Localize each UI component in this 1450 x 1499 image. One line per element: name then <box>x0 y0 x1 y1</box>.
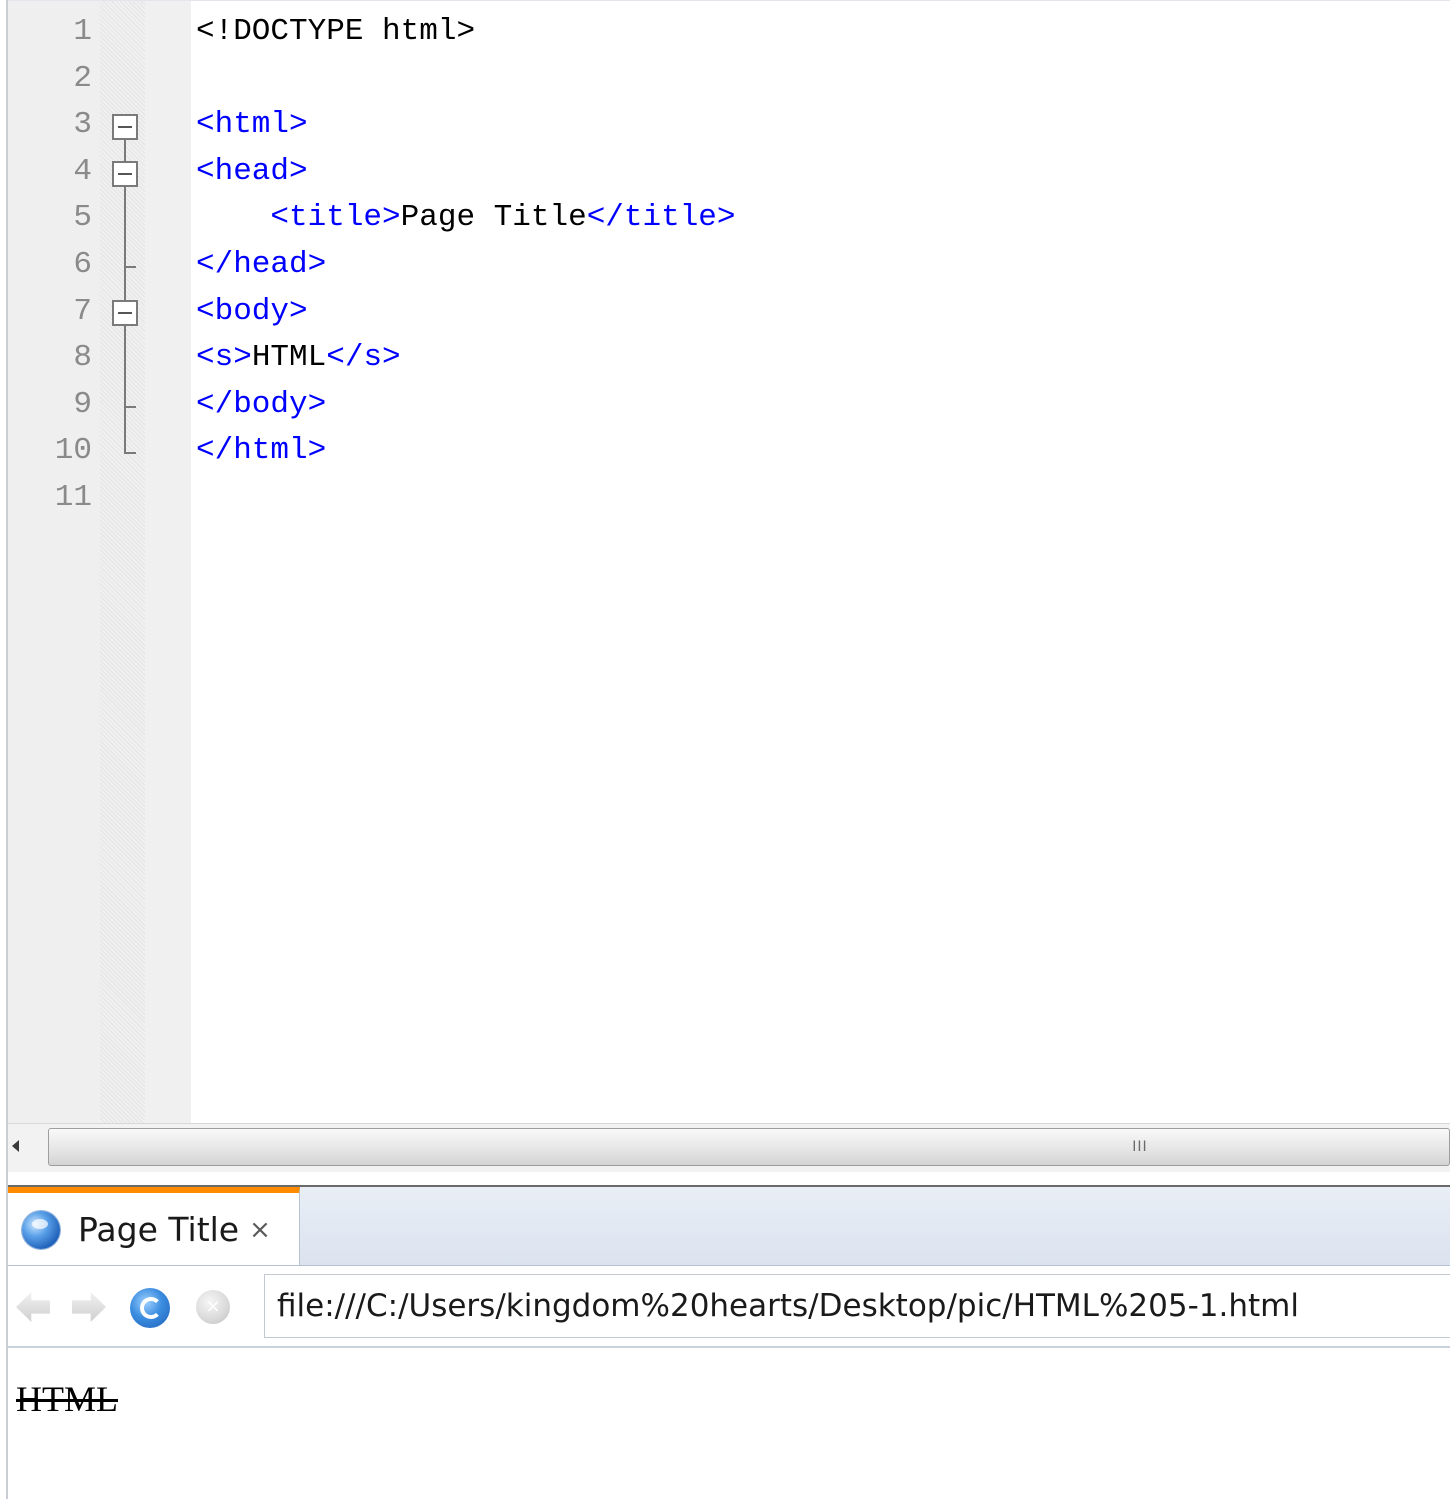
code-line[interactable]: <s>HTML</s> <box>196 335 736 382</box>
forward-arrow-icon <box>72 1292 106 1322</box>
address-url[interactable]: file:///C:/Users/kingdom%20hearts/Deskto… <box>277 1275 1299 1337</box>
line-number: 4 <box>73 153 92 189</box>
code-tag-token: </s> <box>326 340 401 376</box>
code-tag-token: <head> <box>196 153 308 189</box>
code-tag-token: <body> <box>196 293 308 329</box>
fold-connector <box>124 326 126 452</box>
code-line[interactable]: </html> <box>196 428 736 475</box>
stop-icon: × <box>196 1290 230 1324</box>
collapse-head-fold-icon[interactable] <box>112 161 138 187</box>
code-text-token: <!DOCTYPE html> <box>196 14 476 49</box>
fold-tree <box>112 1 152 521</box>
code-tag-token: <html> <box>196 107 308 143</box>
code-tag-token: </html> <box>196 433 327 469</box>
code-text-area[interactable]: <!DOCTYPE html> <html> <head> <title>Page … <box>196 9 736 522</box>
code-line[interactable]: </head> <box>196 242 736 289</box>
code-text-token: Page Title <box>400 200 587 236</box>
code-line[interactable]: <html> <box>196 102 736 149</box>
code-line[interactable]: <body> <box>196 289 736 336</box>
fold-connector <box>124 140 126 161</box>
forward-button[interactable] <box>70 1288 108 1326</box>
browser-navigation-bar: × file:///C:/Users/kingdom%20hearts/Desk… <box>8 1266 1450 1348</box>
line-number-list: 1 2 3 4 5 6 7 8 9 10 11 <box>8 9 92 522</box>
address-bar[interactable]: file:///C:/Users/kingdom%20hearts/Deskto… <box>264 1274 1450 1338</box>
code-line[interactable] <box>196 475 736 522</box>
horizontal-scrollbar[interactable]: III <box>8 1123 1450 1172</box>
tab-title: Page Title <box>78 1210 240 1249</box>
line-number: 11 <box>54 479 92 515</box>
line-number: 2 <box>73 60 92 96</box>
back-button[interactable] <box>14 1288 52 1326</box>
code-tag-token: </head> <box>196 246 327 282</box>
line-number: 8 <box>73 340 92 376</box>
code-line[interactable] <box>196 56 736 103</box>
scrollbar-grip: III <box>1132 1139 1148 1155</box>
refresh-button[interactable] <box>130 1288 170 1328</box>
line-number: 1 <box>73 14 92 49</box>
code-line[interactable]: <!DOCTYPE html> <box>196 9 736 56</box>
fold-connector <box>124 187 126 300</box>
code-tag-token: <title> <box>270 200 401 236</box>
code-text-token: HTML <box>251 340 327 376</box>
close-icon[interactable]: × <box>248 1210 272 1250</box>
code-line[interactable]: <title>Page Title</title> <box>196 195 736 242</box>
scroll-left-arrow-icon[interactable] <box>12 1140 19 1152</box>
code-tag-token: <s> <box>196 340 252 376</box>
line-number: 9 <box>73 386 92 422</box>
line-number: 7 <box>73 293 92 329</box>
fold-end-marker <box>124 406 136 408</box>
line-number: 10 <box>54 433 92 469</box>
code-tag-token: </title> <box>586 200 736 236</box>
code-line[interactable]: </body> <box>196 382 736 429</box>
line-number: 5 <box>73 200 92 236</box>
code-editor[interactable]: 1 2 3 4 5 6 7 8 9 10 11 <!DOCTYPE html> <html> <head… <box>8 1 1450 1123</box>
scrollbar-thumb[interactable]: III <box>48 1128 1450 1166</box>
collapse-body-fold-icon[interactable] <box>112 300 138 326</box>
browser-page-content: HTML <box>8 1348 1450 1499</box>
browser-tab-bar: Page Title × <box>8 1187 1450 1266</box>
line-number: 3 <box>73 107 92 143</box>
collapse-html-fold-icon[interactable] <box>112 114 138 140</box>
stop-button[interactable]: × <box>194 1288 232 1326</box>
globe-icon <box>22 1211 60 1249</box>
page-strikethrough-text: HTML <box>16 1379 118 1419</box>
line-number: 6 <box>73 246 92 282</box>
refresh-icon <box>130 1288 170 1328</box>
fold-end-marker <box>124 452 136 454</box>
browser-tab[interactable]: Page Title × <box>8 1187 300 1265</box>
back-arrow-icon <box>16 1292 50 1322</box>
code-tag-token: </body> <box>196 386 327 422</box>
code-line[interactable]: <head> <box>196 149 736 196</box>
fold-end-marker <box>124 266 136 268</box>
